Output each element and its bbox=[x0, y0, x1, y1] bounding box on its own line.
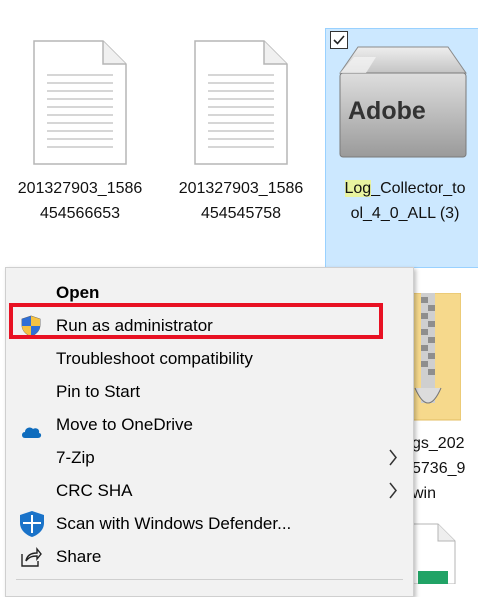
box-brand-text: Adobe bbox=[348, 97, 426, 125]
menu-item-crc-sha[interactable]: CRC SHA bbox=[6, 474, 413, 507]
text-document-icon[interactable] bbox=[33, 40, 127, 170]
menu-item-troubleshoot-compatibility[interactable]: Troubleshoot compatibility bbox=[6, 342, 413, 375]
file-name-line2: ol_4_0_ALL (3) bbox=[350, 205, 460, 222]
windows-defender-shield-icon bbox=[18, 510, 46, 538]
share-icon bbox=[20, 546, 42, 568]
file-name-line1: 201327903_1586 bbox=[17, 180, 143, 197]
file-name-line2: 454545758 bbox=[200, 205, 282, 222]
file-name-line1: 201327903_1586 bbox=[178, 180, 304, 197]
text-document-icon[interactable] bbox=[194, 40, 288, 170]
partial-file-name[interactable]: gs_202 5736_9 win bbox=[412, 431, 478, 506]
file-item-3[interactable]: Log_Collector_to ol_4_0_ALL (3) bbox=[327, 176, 478, 226]
spreadsheet-document-icon[interactable] bbox=[412, 523, 456, 589]
menu-item-move-to-onedrive[interactable]: Move to OneDrive bbox=[6, 408, 413, 441]
menu-item-pin-to-start[interactable]: Pin to Start bbox=[6, 375, 413, 408]
menu-item-scan-with-windows-defender[interactable]: Scan with Windows Defender... bbox=[6, 507, 413, 540]
file-name-line1: Log_Collector_to bbox=[344, 180, 466, 197]
file-name-line2: 454566653 bbox=[39, 205, 121, 222]
file-item-2[interactable]: 201327903_1586 454545758 bbox=[166, 176, 316, 226]
adobe-installer-box-icon[interactable]: Adobe bbox=[336, 45, 470, 166]
menu-separator bbox=[16, 579, 403, 580]
onedrive-cloud-icon bbox=[20, 417, 42, 439]
file-item-1[interactable]: 201327903_1586 454566653 bbox=[5, 176, 155, 226]
menu-item-7-zip[interactable]: 7-Zip bbox=[6, 441, 413, 474]
search-highlight: Log bbox=[344, 180, 372, 197]
highlight-annotation-box bbox=[9, 303, 383, 339]
menu-item-share[interactable]: Share bbox=[6, 540, 413, 573]
